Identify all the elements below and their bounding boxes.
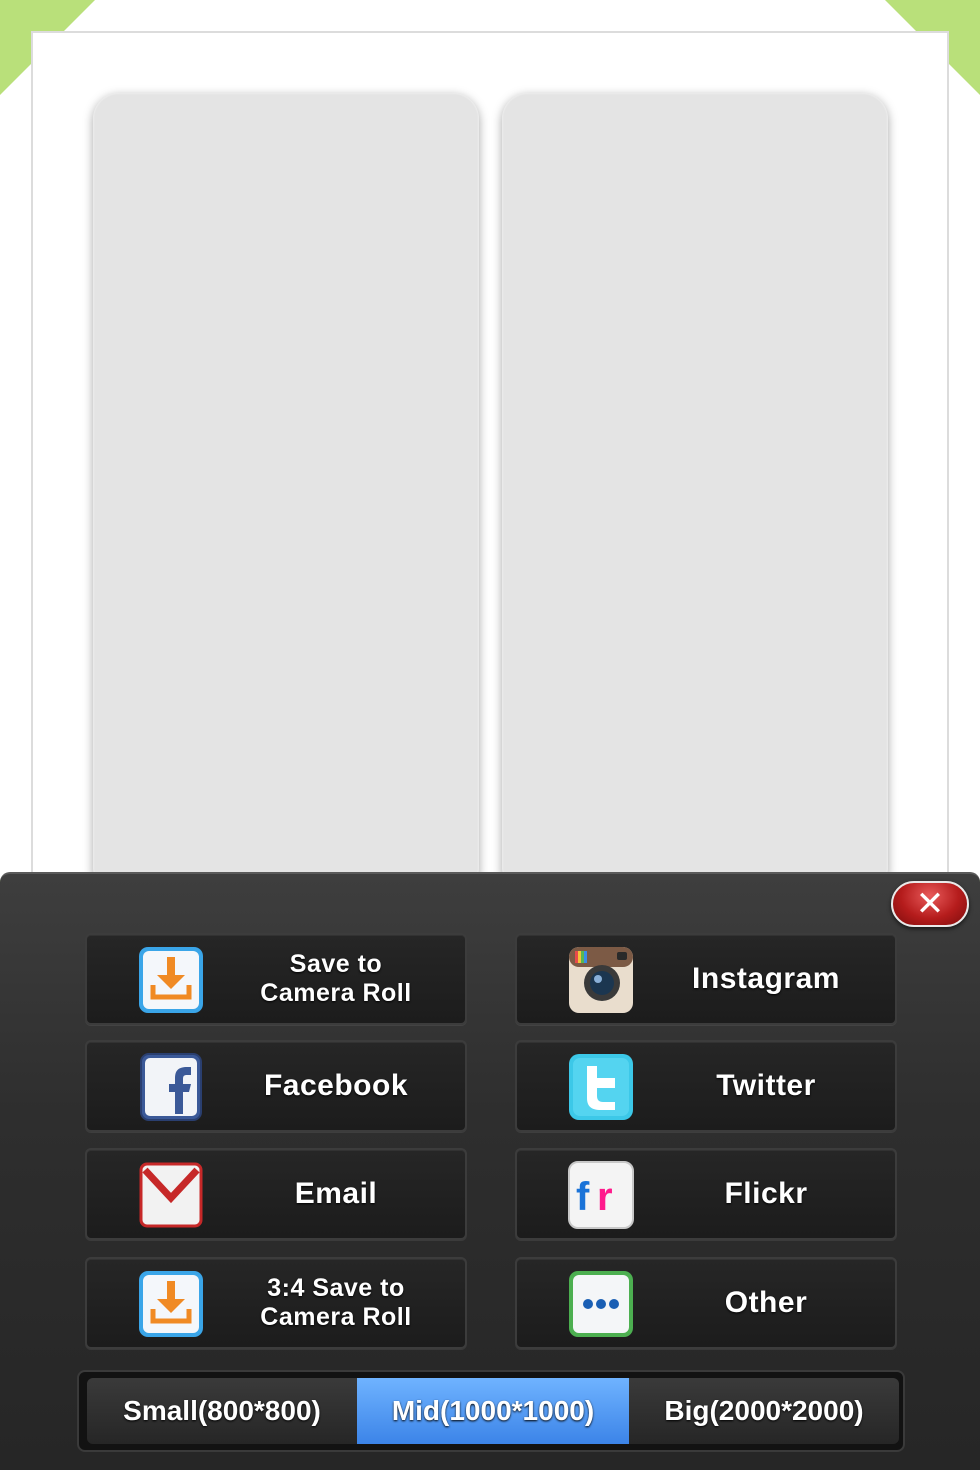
instagram-button[interactable]: Instagram [515,933,897,1025]
share-option-label: Twitter [716,1069,816,1102]
share-option-label: Email [294,1177,378,1210]
close-button[interactable]: ✕ [891,881,969,927]
close-icon: ✕ [915,885,945,923]
photo-slot-left[interactable] [93,93,479,893]
download-icon [137,1269,205,1339]
email-button[interactable]: Email [85,1148,467,1240]
svg-text:r: r [597,1175,613,1219]
share-option-label: Other [724,1286,808,1319]
flickr-button[interactable]: f r Flickr [515,1148,897,1240]
share-option-label: Instagram [692,962,840,995]
photo-slot-right[interactable] [502,93,888,893]
twitter-icon [567,1052,635,1122]
other-button[interactable]: Other [515,1257,897,1349]
size-selector: Small(800*800) Mid(1000*1000) Big(2000*2… [77,1370,905,1452]
facebook-button[interactable]: Facebook [85,1040,467,1132]
facebook-icon [137,1052,205,1122]
size-option-mid[interactable]: Mid(1000*1000) [357,1378,629,1444]
size-option-big[interactable]: Big(2000*2000) [629,1378,899,1444]
more-icon [567,1269,635,1339]
flickr-icon: f r [567,1160,635,1230]
share-option-label: Flickr [724,1177,808,1210]
share-option-label: 3:4 Save to Camera Roll [260,1274,412,1331]
save-to-camera-roll-button[interactable]: Save to Camera Roll [85,933,467,1025]
instagram-icon [567,945,635,1015]
size-option-small[interactable]: Small(800*800) [87,1378,357,1444]
download-icon [137,945,205,1015]
share-option-label: Save to Camera Roll [260,950,412,1007]
twitter-button[interactable]: Twitter [515,1040,897,1132]
svg-text:f: f [576,1175,590,1219]
share-option-label: Facebook [263,1069,409,1102]
save-3-4-to-camera-roll-button[interactable]: 3:4 Save to Camera Roll [85,1257,467,1349]
email-icon [137,1160,205,1230]
